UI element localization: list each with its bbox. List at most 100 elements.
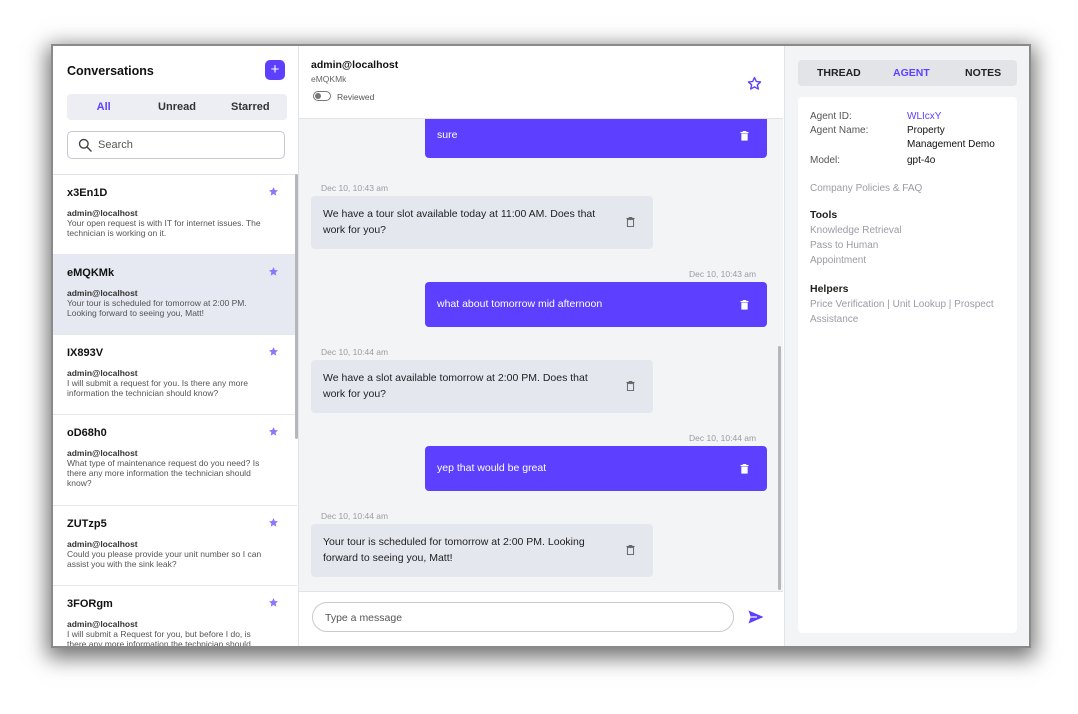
star-icon[interactable]: [268, 426, 279, 437]
message-text-line: We have a slot available tomorrow at 2:0…: [323, 372, 588, 384]
message-timestamp: Dec 10, 10:44 am: [321, 347, 389, 357]
filter-tab-all[interactable]: All: [67, 94, 140, 120]
conversation-id: oD68h0: [67, 427, 107, 439]
conversation-preview: Could you please provide your unit numbe…: [67, 549, 262, 569]
message-text-line: forward to seeing you, Matt!: [323, 552, 453, 564]
thread-header: admin@localhost eMQKMk Reviewed: [299, 46, 783, 119]
tools-heading: Tools: [810, 209, 838, 221]
conversation-id: ZUTzp5: [67, 518, 107, 530]
search-icon: [78, 138, 92, 152]
bot-message-bubble: We have a tour slot available today at 1…: [311, 196, 653, 249]
user-message-bubble: sure: [425, 119, 767, 158]
conversations-title: Conversations: [67, 64, 154, 78]
tool-item: Pass to Human: [810, 240, 879, 251]
star-icon[interactable]: [268, 346, 279, 357]
thread-title: admin@localhost: [311, 59, 399, 71]
helpers-line: Assistance: [810, 314, 859, 325]
message-text-line: work for you?: [323, 388, 387, 400]
conversation-user: admin@localhost: [67, 539, 138, 549]
trash-icon[interactable]: [626, 381, 635, 391]
tool-item: Knowledge Retrieval: [810, 225, 902, 236]
agent-details-card: Agent ID: WLIcxY Agent Name: Property Ma…: [798, 97, 1017, 633]
conversation-user: admin@localhost: [67, 448, 138, 458]
trash-icon[interactable]: [626, 545, 635, 555]
message-list: sure Dec 10, 10:43 am We have a tour slo…: [299, 119, 783, 591]
details-panel: THREAD AGENT NOTES Agent ID: WLIcxY Agen…: [784, 46, 1029, 646]
filter-tab-unread[interactable]: Unread: [140, 94, 213, 120]
send-icon[interactable]: [748, 610, 764, 624]
conversation-user: admin@localhost: [67, 368, 138, 378]
star-icon[interactable]: [747, 76, 762, 91]
reviewed-toggle[interactable]: [313, 91, 331, 101]
new-conversation-button[interactable]: +: [265, 60, 285, 80]
search-input[interactable]: Search: [67, 131, 285, 159]
star-icon[interactable]: [268, 517, 279, 528]
search-placeholder: Search: [98, 139, 133, 151]
message-text: sure: [437, 129, 458, 141]
message-text: what about tomorrow mid afternoon: [437, 298, 603, 310]
message-timestamp: Dec 10, 10:43 am: [689, 269, 757, 279]
message-timestamp: Dec 10, 10:44 am: [321, 511, 389, 521]
bot-message-bubble: We have a slot available tomorrow at 2:0…: [311, 360, 653, 413]
conversation-user: admin@localhost: [67, 288, 138, 298]
model-value: gpt-4o: [907, 155, 936, 166]
policies-link[interactable]: Company Policies & FAQ: [810, 181, 922, 196]
message-text-line: Your tour is scheduled for tomorrow at 2…: [323, 536, 585, 548]
thread-panel: admin@localhost eMQKMk Reviewed sure Dec…: [299, 46, 783, 646]
conversation-item[interactable]: ZUTzp5 admin@localhost Could you please …: [53, 506, 297, 586]
agent-id-link[interactable]: WLIcxY: [907, 110, 941, 123]
bot-message-bubble: Your tour is scheduled for tomorrow at 2…: [311, 524, 653, 577]
message-text-line: We have a tour slot available today at 1…: [323, 208, 596, 220]
conversation-item-selected[interactable]: eMQKMk admin@localhost Your tour is sche…: [53, 255, 297, 335]
conversation-item[interactable]: x3En1D admin@localhost Your open request…: [53, 175, 297, 255]
conversation-preview: Your tour is scheduled for tomorrow at 2…: [67, 298, 247, 318]
star-icon[interactable]: [268, 186, 279, 197]
conversation-item[interactable]: IX893V admin@localhost I will submit a r…: [53, 335, 297, 415]
message-list-scrollbar[interactable]: [778, 346, 781, 590]
message-text-line: work for you?: [323, 224, 387, 236]
trash-icon[interactable]: [740, 131, 749, 141]
conversation-list-scrollbar[interactable]: [295, 174, 298, 439]
conversation-item[interactable]: oD68h0 admin@localhost What type of main…: [53, 415, 297, 506]
tab-agent[interactable]: AGENT: [893, 60, 930, 86]
message-input-placeholder: Type a message: [325, 612, 403, 624]
message-input[interactable]: Type a message: [312, 602, 734, 632]
trash-icon[interactable]: [740, 300, 749, 310]
filter-tabs: All Unread Starred: [67, 94, 287, 120]
tab-thread[interactable]: THREAD: [817, 60, 861, 86]
conversation-user: admin@localhost: [67, 619, 138, 629]
conversation-id: x3En1D: [67, 187, 108, 199]
conversation-preview: Your open request is with IT for interne…: [67, 218, 261, 238]
user-message-bubble: yep that would be great: [425, 446, 767, 491]
message-text: yep that would be great: [437, 462, 547, 474]
tool-item: Appointment: [810, 255, 867, 266]
model-label: Model:: [810, 155, 841, 166]
filter-tab-starred[interactable]: Starred: [214, 94, 287, 120]
trash-icon[interactable]: [626, 217, 635, 227]
conversation-id: 3FORgm: [67, 598, 113, 610]
details-tabs: THREAD AGENT NOTES: [798, 60, 1017, 86]
agent-name-line: Management Demo: [907, 139, 995, 150]
conversation-id: IX893V: [67, 347, 104, 359]
thread-subtitle: eMQKMk: [311, 74, 347, 84]
star-icon[interactable]: [268, 266, 279, 277]
star-icon[interactable]: [268, 597, 279, 608]
trash-icon[interactable]: [740, 464, 749, 474]
conversation-id: eMQKMk: [67, 267, 115, 279]
conversation-item[interactable]: 3FORgm admin@localhost I will submit a R…: [53, 586, 297, 646]
conversation-preview: I will submit a Request for you, but bef…: [67, 629, 251, 646]
conversation-preview: What type of maintenance request do you …: [67, 458, 260, 488]
app-window: Conversations + All Unread Starred Searc…: [53, 46, 1029, 646]
user-message-bubble: what about tomorrow mid afternoon: [425, 282, 767, 327]
agent-name-label: Agent Name:: [810, 125, 869, 136]
helpers-line: Price Verification | Unit Lookup | Prosp…: [810, 299, 994, 310]
composer: Type a message: [299, 591, 783, 646]
conversations-panel: Conversations + All Unread Starred Searc…: [53, 46, 299, 646]
message-timestamp: Dec 10, 10:43 am: [321, 183, 389, 193]
message-timestamp: Dec 10, 10:44 am: [689, 433, 757, 443]
conversation-preview: I will submit a request for you. Is ther…: [67, 378, 248, 398]
tab-notes[interactable]: NOTES: [965, 60, 1001, 86]
agent-id-label: Agent ID:: [810, 111, 852, 122]
reviewed-label: Reviewed: [337, 92, 375, 102]
conversation-list: x3En1D admin@localhost Your open request…: [53, 174, 297, 646]
